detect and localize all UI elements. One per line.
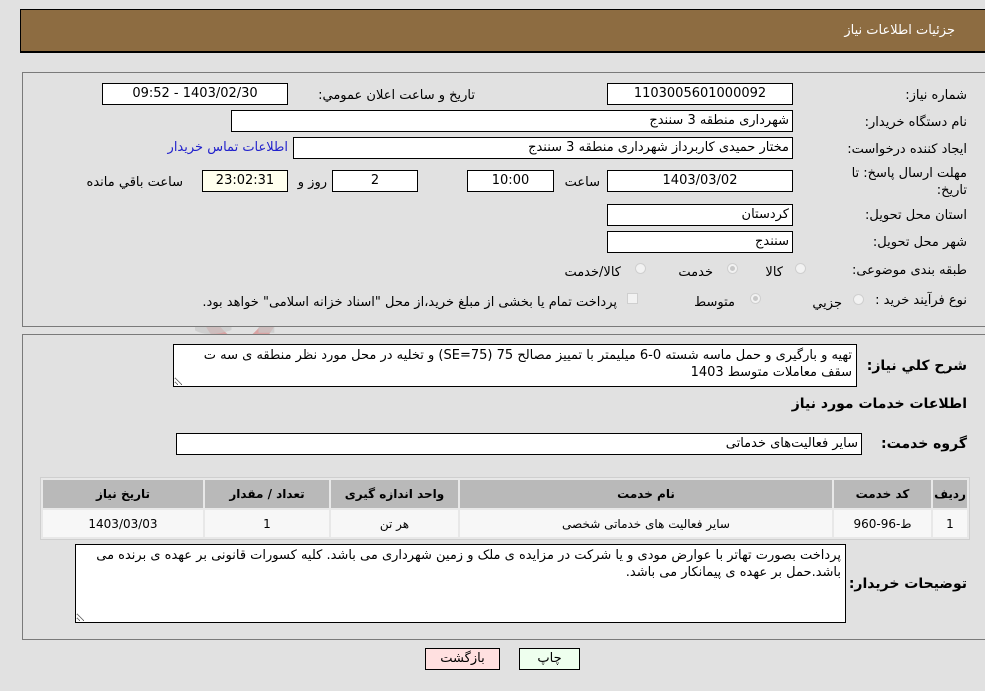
description-textarea[interactable]: تهیه و بارگیری و حمل ماسه شسته 0-6 میلیم…: [173, 344, 857, 387]
category-goods-radio[interactable]: [795, 263, 806, 274]
col-service-name: نام خدمت: [460, 480, 832, 508]
category-label: طبقه بندی موضوعی:: [851, 263, 967, 278]
cell-row-number: 1: [933, 510, 967, 537]
category-goods-service-radio[interactable]: [635, 263, 646, 274]
description-label: شرح کلي نیاز:: [866, 358, 967, 374]
col-quantity: تعداد / مقدار: [205, 480, 329, 508]
category-goods-label: کالا: [765, 265, 783, 280]
city-field: سنندج: [607, 231, 793, 253]
deadline-label: مهلت ارسال پاسخ: تا تاریخ:: [851, 166, 967, 198]
announce-field: 1403/02/30 - 09:52: [102, 83, 288, 105]
remaining-label: ساعت باقي مانده: [86, 175, 183, 190]
table-header-row: ردیف کد خدمت نام خدمت واحد اندازه گیری ت…: [43, 480, 967, 508]
buyer-org-label: نام دستگاه خریدار:: [864, 115, 967, 130]
buyer-notes-label: توضیحات خریدار:: [848, 576, 967, 592]
table-row: 1 ط-96-960 سایر فعالیت های خدماتی شخصی ه…: [43, 510, 967, 537]
col-row-number: ردیف: [933, 480, 967, 508]
creator-label: ایجاد کننده درخواست:: [847, 142, 967, 157]
province-field: کردستان: [607, 204, 793, 226]
page-header: جزئیات اطلاعات نیاز: [20, 9, 985, 53]
need-number-field: 1103005601000092: [607, 83, 793, 105]
buyer-org-field: شهرداری منطقه 3 سنندج: [231, 110, 793, 132]
creator-field: مختار حمیدی کاربرداز شهرداری منطقه 3 سنن…: [293, 137, 793, 159]
process-medium-label: متوسط: [694, 295, 735, 310]
buyer-notes-textarea[interactable]: پرداخت بصورت تهاتر با عوارض مودی و یا شر…: [75, 544, 846, 623]
buyer-contact-link[interactable]: اطلاعات تماس خریدار: [168, 140, 288, 155]
deadline-date-field: 1403/03/02: [607, 170, 793, 192]
cell-unit: هر تن: [331, 510, 458, 537]
back-button[interactable]: بازگشت: [425, 648, 500, 670]
category-service-radio[interactable]: [727, 263, 738, 274]
deadline-time-field: 10:00: [467, 170, 554, 192]
time-label: ساعت: [564, 175, 600, 190]
page-title: جزئیات اطلاعات نیاز: [844, 23, 955, 38]
col-service-code: کد خدمت: [834, 480, 931, 508]
service-group-label: گروه خدمت:: [881, 436, 967, 452]
days-remaining-field: 2: [332, 170, 418, 192]
cell-quantity: 1: [205, 510, 329, 537]
cell-service-name: سایر فعالیت های خدماتی شخصی: [460, 510, 832, 537]
process-label: نوع فرآیند خرید :: [875, 293, 967, 308]
process-small-radio[interactable]: [853, 294, 864, 305]
services-table: ردیف کد خدمت نام خدمت واحد اندازه گیری ت…: [40, 477, 970, 540]
cell-service-code: ط-96-960: [834, 510, 931, 537]
treasury-checkbox[interactable]: [627, 293, 638, 304]
col-need-date: تاریخ نیاز: [43, 480, 203, 508]
category-goods-service-label: کالا/خدمت: [564, 265, 621, 280]
city-label: شهر محل تحویل:: [872, 235, 967, 250]
announce-label: تاریخ و ساعت اعلان عمومي:: [318, 88, 475, 103]
category-service-label: خدمت: [678, 265, 713, 280]
need-number-label: شماره نیاز:: [905, 88, 967, 103]
days-label: روز و: [297, 175, 327, 190]
col-unit: واحد اندازه گیری: [331, 480, 458, 508]
service-group-field: سایر فعالیت‌های خدماتی: [176, 433, 862, 455]
services-heading: اطلاعات خدمات مورد نیاز: [791, 396, 967, 412]
cell-need-date: 1403/03/03: [43, 510, 203, 537]
process-small-label: جزيي: [812, 296, 842, 311]
province-label: استان محل تحویل:: [865, 208, 967, 223]
print-button[interactable]: چاپ: [519, 648, 580, 670]
remaining-time-field: 23:02:31: [202, 170, 288, 192]
treasury-note: پرداخت تمام یا بخشی از مبلغ خرید،از محل …: [202, 295, 617, 310]
process-medium-radio[interactable]: [750, 293, 761, 304]
